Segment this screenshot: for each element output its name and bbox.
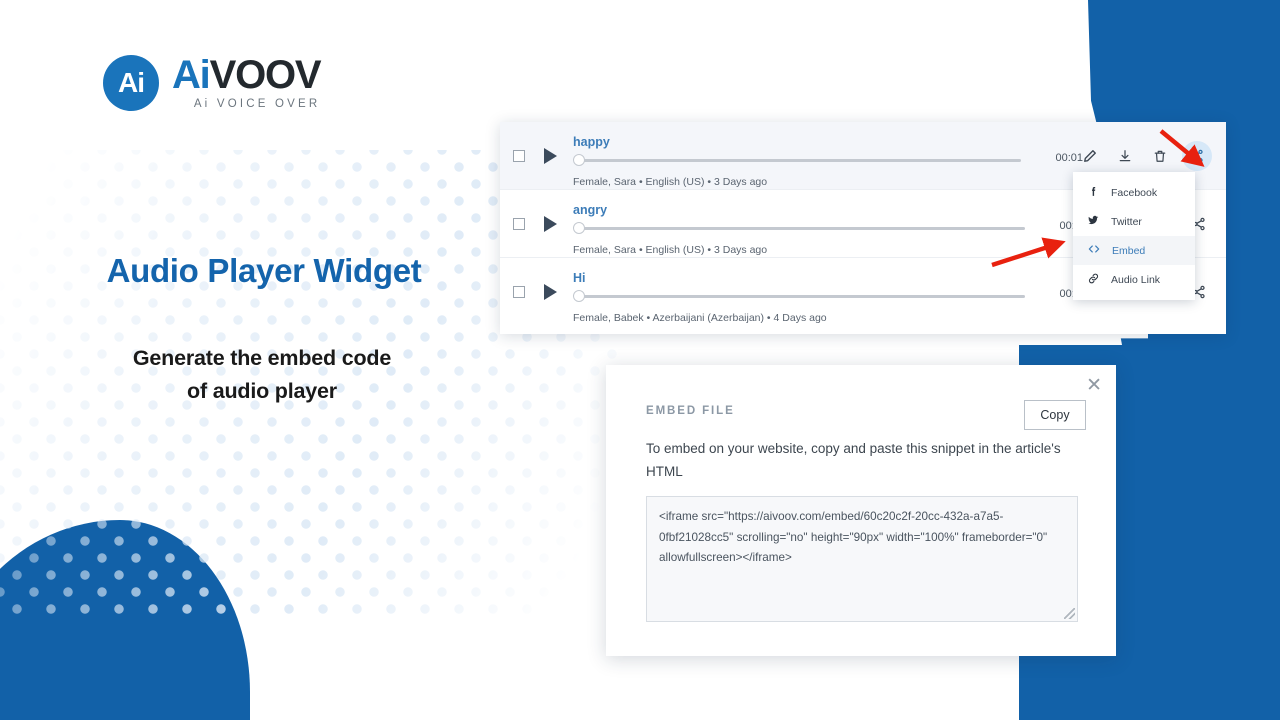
track-info: happy Female, Sara • English (US) • 3 Da… bbox=[573, 122, 1083, 189]
annotation-arrow-embed bbox=[991, 237, 1066, 268]
play-icon[interactable] bbox=[544, 147, 557, 164]
page-subtitle: Generate the embed code of audio player bbox=[0, 342, 524, 409]
copy-button[interactable]: Copy bbox=[1024, 400, 1086, 430]
progress-slider[interactable] bbox=[573, 290, 1025, 302]
logo-mark-text: Ai bbox=[118, 67, 145, 98]
row-checkbox[interactable] bbox=[513, 286, 525, 298]
menu-item-label: Audio Link bbox=[1111, 273, 1161, 286]
embed-code-textarea[interactable]: <iframe src="https://aivoov.com/embed/60… bbox=[646, 496, 1078, 622]
track-title: happy bbox=[573, 135, 610, 149]
progress-track bbox=[580, 159, 1021, 162]
facebook-icon bbox=[1087, 185, 1100, 201]
slide-canvas: Ai AiVOOV Ai VOICE OVER Audio Player Wid… bbox=[0, 0, 1280, 720]
progress-slider[interactable] bbox=[573, 154, 1021, 166]
logo-word-ai: Ai bbox=[172, 53, 211, 98]
share-dropdown-menu: Facebook Twitter Embed Audio Link bbox=[1073, 172, 1195, 300]
page-title: Audio Player Widget bbox=[106, 252, 422, 289]
close-icon[interactable]: ✕ bbox=[1086, 376, 1102, 395]
row-checkbox[interactable] bbox=[513, 217, 525, 230]
menu-item-label: Twitter bbox=[1111, 215, 1142, 228]
progress-knob[interactable] bbox=[573, 154, 585, 166]
menu-item-embed[interactable]: Embed bbox=[1073, 236, 1195, 265]
progress-track bbox=[580, 227, 1025, 230]
menu-item-label: Facebook bbox=[1111, 186, 1158, 199]
dialog-title: EMBED FILE bbox=[646, 405, 735, 417]
track-meta: Female, Sara • English (US) • 3 Days ago bbox=[573, 176, 768, 188]
logo-tagline: Ai VOICE OVER bbox=[193, 98, 321, 111]
progress-track bbox=[580, 295, 1025, 298]
progress-slider[interactable] bbox=[573, 222, 1025, 234]
play-icon[interactable] bbox=[544, 284, 557, 300]
row-checkbox[interactable] bbox=[513, 149, 525, 162]
embed-code-text: <iframe src="https://aivoov.com/embed/60… bbox=[659, 510, 1048, 565]
code-icon bbox=[1087, 242, 1101, 259]
subtitle-line-1: Generate the embed code bbox=[132, 346, 392, 370]
track-meta: Female, Sara • English (US) • 3 Days ago bbox=[573, 244, 768, 256]
dialog-description: To embed on your website, copy and paste… bbox=[646, 441, 1061, 480]
progress-knob[interactable] bbox=[573, 222, 585, 234]
decoration-blue-blob bbox=[0, 520, 250, 720]
annotation-arrow-share bbox=[1159, 129, 1205, 167]
logo-wordmark: AiVOOV Ai VOICE OVER bbox=[172, 53, 322, 111]
logo-word-voov: VOOV bbox=[209, 53, 322, 98]
track-meta: Female, Babek • Azerbaijani (Azerbaijan)… bbox=[573, 312, 827, 324]
menu-item-facebook[interactable]: Facebook bbox=[1073, 178, 1195, 207]
download-icon[interactable] bbox=[1118, 149, 1132, 163]
link-icon bbox=[1087, 272, 1100, 288]
play-icon[interactable] bbox=[544, 215, 557, 232]
menu-item-twitter[interactable]: Twitter bbox=[1073, 207, 1195, 236]
embed-file-dialog: ✕ EMBED FILE Copy To embed on your websi… bbox=[606, 365, 1116, 656]
menu-item-audio-link[interactable]: Audio Link bbox=[1073, 265, 1195, 294]
resize-grip-icon[interactable] bbox=[1064, 608, 1075, 619]
twitter-icon bbox=[1087, 214, 1100, 230]
brand-logo: Ai AiVOOV Ai VOICE OVER bbox=[103, 53, 322, 111]
menu-item-label: Embed bbox=[1112, 244, 1146, 257]
progress-knob[interactable] bbox=[573, 290, 585, 302]
track-duration: 00:01 bbox=[1055, 152, 1083, 164]
track-title: angry bbox=[573, 203, 608, 217]
edit-icon[interactable] bbox=[1083, 149, 1097, 163]
subtitle-line-2: of audio player bbox=[187, 379, 337, 404]
logo-mark-icon: Ai bbox=[103, 55, 159, 111]
track-title: Hi bbox=[573, 271, 586, 285]
